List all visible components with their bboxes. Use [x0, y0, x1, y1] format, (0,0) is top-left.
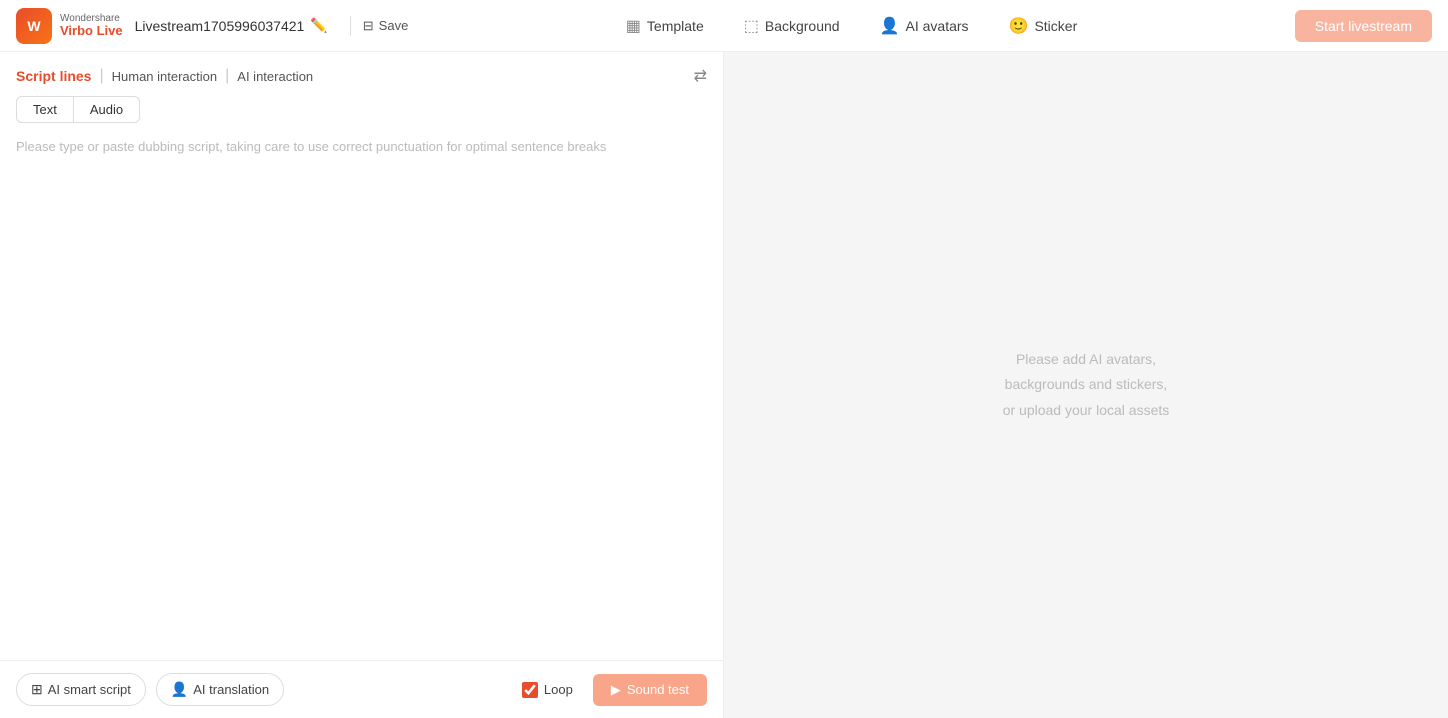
separator: | [99, 67, 103, 85]
logo-text: Wondershare Virbo Live [60, 13, 123, 38]
logo-area: W Wondershare Virbo Live [16, 8, 123, 44]
nav-ai-avatars[interactable]: 👤 AI avatars [876, 16, 973, 36]
ai-translation-label: AI translation [193, 682, 269, 697]
header-nav: ▦ Template ⬚ Background 👤 AI avatars 🙂 S… [408, 16, 1294, 36]
canvas-placeholder-line1: Please add AI avatars, [1003, 347, 1170, 372]
sound-test-button[interactable]: ▶ Sound test [593, 674, 707, 706]
background-icon: ⬚ [744, 16, 759, 36]
ai-smart-script-icon: ⊞ [31, 681, 43, 698]
ai-translation-button[interactable]: 👤 AI translation [156, 673, 284, 706]
app-logo-icon: W [16, 8, 52, 44]
tab-audio-label: Audio [90, 102, 123, 117]
tab-text-label: Text [33, 102, 57, 117]
ai-translation-icon: 👤 [171, 681, 188, 698]
human-interaction-tab[interactable]: Human interaction [112, 69, 218, 84]
canvas-placeholder-line3: or upload your local assets [1003, 398, 1170, 423]
ai-avatars-icon: 👤 [880, 16, 900, 36]
canvas-placeholder: Please add AI avatars, backgrounds and s… [1003, 347, 1170, 423]
loop-checkbox[interactable] [522, 682, 538, 698]
save-label: Save [379, 18, 409, 33]
ai-avatars-label: AI avatars [906, 18, 969, 34]
separator2: | [225, 67, 229, 85]
tab-text[interactable]: Text [16, 96, 74, 123]
template-label: Template [647, 18, 704, 34]
nav-sticker[interactable]: 🙂 Sticker [1005, 16, 1082, 36]
ai-smart-script-label: AI smart script [48, 682, 131, 697]
loop-area: Loop [522, 682, 573, 698]
right-panel: Please add AI avatars, backgrounds and s… [724, 52, 1448, 718]
start-livestream-label: Start livestream [1315, 18, 1412, 34]
left-panel: Script lines | Human interaction | AI in… [0, 52, 724, 718]
edit-icon[interactable]: ✏️ [310, 17, 327, 34]
sound-test-icon: ▶ [611, 682, 621, 698]
main-layout: Script lines | Human interaction | AI in… [0, 52, 1448, 718]
script-lines-label: Script lines [16, 68, 91, 84]
nav-background[interactable]: ⬚ Background [740, 16, 844, 36]
sticker-label: Sticker [1034, 18, 1077, 34]
start-livestream-button[interactable]: Start livestream [1295, 10, 1432, 42]
save-button[interactable]: ⊟ Save [363, 18, 409, 34]
script-header: Script lines | Human interaction | AI in… [0, 52, 723, 96]
background-label: Background [765, 18, 840, 34]
sound-test-label: Sound test [627, 682, 689, 697]
header-divider [350, 16, 351, 36]
sticker-icon: 🙂 [1009, 16, 1029, 36]
product-label: Virbo Live [60, 24, 123, 38]
script-area[interactable]: Please type or paste dubbing script, tak… [0, 133, 723, 660]
save-icon: ⊟ [363, 18, 374, 34]
ai-smart-script-button[interactable]: ⊞ AI smart script [16, 673, 146, 706]
tab-row: Text Audio [0, 96, 723, 133]
ai-interaction-tab[interactable]: AI interaction [237, 69, 313, 84]
project-name: Livestream1705996037421 [135, 18, 305, 34]
bottom-bar: ⊞ AI smart script 👤 AI translation Loop … [0, 660, 723, 718]
template-icon: ▦ [626, 16, 641, 36]
tab-audio[interactable]: Audio [74, 96, 140, 123]
nav-template[interactable]: ▦ Template [622, 16, 708, 36]
script-placeholder: Please type or paste dubbing script, tak… [16, 133, 707, 158]
canvas-placeholder-line2: backgrounds and stickers, [1003, 372, 1170, 397]
script-header-right: ⇄ [694, 66, 707, 86]
header: W Wondershare Virbo Live Livestream17059… [0, 0, 1448, 52]
loop-label: Loop [544, 682, 573, 697]
transfer-icon[interactable]: ⇄ [694, 68, 707, 85]
